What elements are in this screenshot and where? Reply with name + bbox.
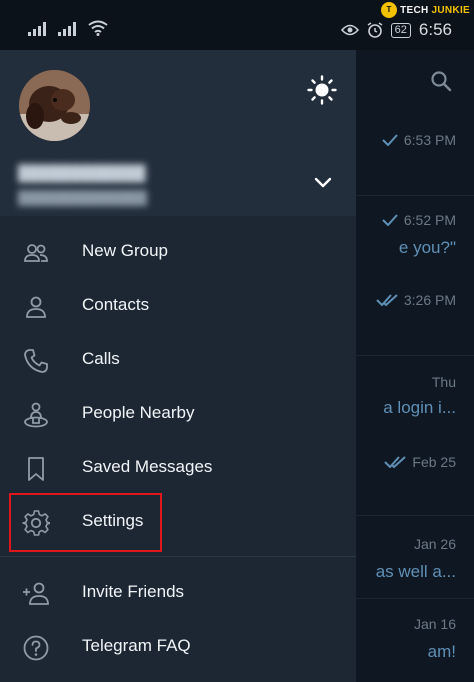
check-icon [382, 134, 398, 146]
search-icon[interactable] [430, 70, 452, 92]
alarm-icon [367, 22, 383, 38]
double-check-icon [376, 294, 398, 306]
menu-item-calls[interactable]: Calls [0, 333, 356, 387]
chat-time: Feb 25 [384, 454, 456, 470]
navigation-drawer: ████████████ ██████████████ New Group Co… [0, 50, 356, 682]
user-phone-redacted: ██████████████ [18, 190, 147, 205]
wifi-icon [88, 20, 108, 36]
chat-snippet: e you?" [398, 238, 456, 257]
signal-icon [28, 22, 46, 36]
double-check-icon [384, 456, 407, 468]
divider [356, 355, 474, 356]
chat-snippet: am! [427, 642, 456, 661]
chat-snippet: as well a... [375, 562, 456, 581]
watermark-logo: T [381, 2, 398, 18]
chat-time: Jan 26 [413, 536, 456, 552]
theme-toggle-icon[interactable] [307, 75, 337, 105]
group-icon [24, 244, 48, 262]
chat-snippet: a login i... [383, 398, 456, 417]
bookmark-icon [28, 457, 44, 481]
menu-item-new-group[interactable]: New Group [0, 225, 356, 279]
signal-icon [58, 22, 76, 36]
contact-icon [26, 296, 46, 318]
menu-item-contacts[interactable]: Contacts [0, 279, 356, 333]
check-icon [382, 214, 398, 226]
status-right: 62 6:56 [340, 20, 452, 40]
menu-item-telegram-faq[interactable]: Telegram FAQ [0, 620, 356, 674]
watermark-tech: TECH [400, 4, 429, 16]
menu-item-saved-messages[interactable]: Saved Messages [0, 441, 356, 495]
chat-item[interactable]: Thu a login i... [356, 362, 474, 442]
chat-item[interactable]: Feb 25 [356, 442, 474, 522]
people-nearby-icon [24, 402, 48, 428]
menu-label: Contacts [82, 295, 150, 314]
menu-item-people-nearby[interactable]: People Nearby [0, 387, 356, 441]
divider [356, 598, 474, 599]
user-name-redacted: ████████████ [18, 165, 146, 182]
menu-item-invite-friends[interactable]: Invite Friends [0, 566, 356, 620]
menu-label: Invite Friends [82, 582, 185, 601]
clock: 6:56 [418, 20, 452, 39]
avatar[interactable] [19, 70, 90, 141]
chevron-down-icon[interactable] [313, 176, 333, 190]
settings-highlight-box [9, 493, 162, 552]
drawer-header: ████████████ ██████████████ [0, 50, 356, 216]
menu-label: Telegram FAQ [82, 636, 191, 655]
menu-label: People Nearby [82, 403, 195, 422]
watermark: T TECH JUNKIE [381, 2, 470, 18]
chat-time: 3:26 PM [376, 292, 456, 308]
add-person-icon [23, 582, 49, 605]
chat-item[interactable]: 6:52 PM e you?" [356, 200, 474, 280]
avatar-photo [19, 70, 90, 141]
chat-time: Thu [431, 374, 456, 390]
battery-level: 62 [390, 22, 411, 38]
chat-item[interactable]: 3:26 PM [356, 280, 474, 360]
chat-time: 6:53 PM [382, 132, 456, 148]
chat-time: 6:52 PM [382, 212, 456, 228]
menu-label: Calls [82, 349, 120, 368]
menu-label: New Group [82, 241, 168, 260]
eye-icon [340, 24, 359, 36]
divider [356, 515, 474, 516]
chat-item[interactable]: 6:53 PM [356, 120, 474, 200]
divider [0, 556, 356, 557]
phone-icon [24, 349, 48, 373]
signal-indicators [28, 20, 108, 36]
watermark-junkie: JUNKIE [431, 4, 470, 16]
chat-item[interactable]: Jan 16 am! [356, 606, 474, 682]
menu-label: Saved Messages [82, 457, 213, 476]
question-icon [23, 635, 49, 661]
chat-time: Jan 16 [413, 616, 456, 632]
divider [356, 195, 474, 196]
chat-item[interactable]: Jan 26 as well a... [356, 526, 474, 606]
